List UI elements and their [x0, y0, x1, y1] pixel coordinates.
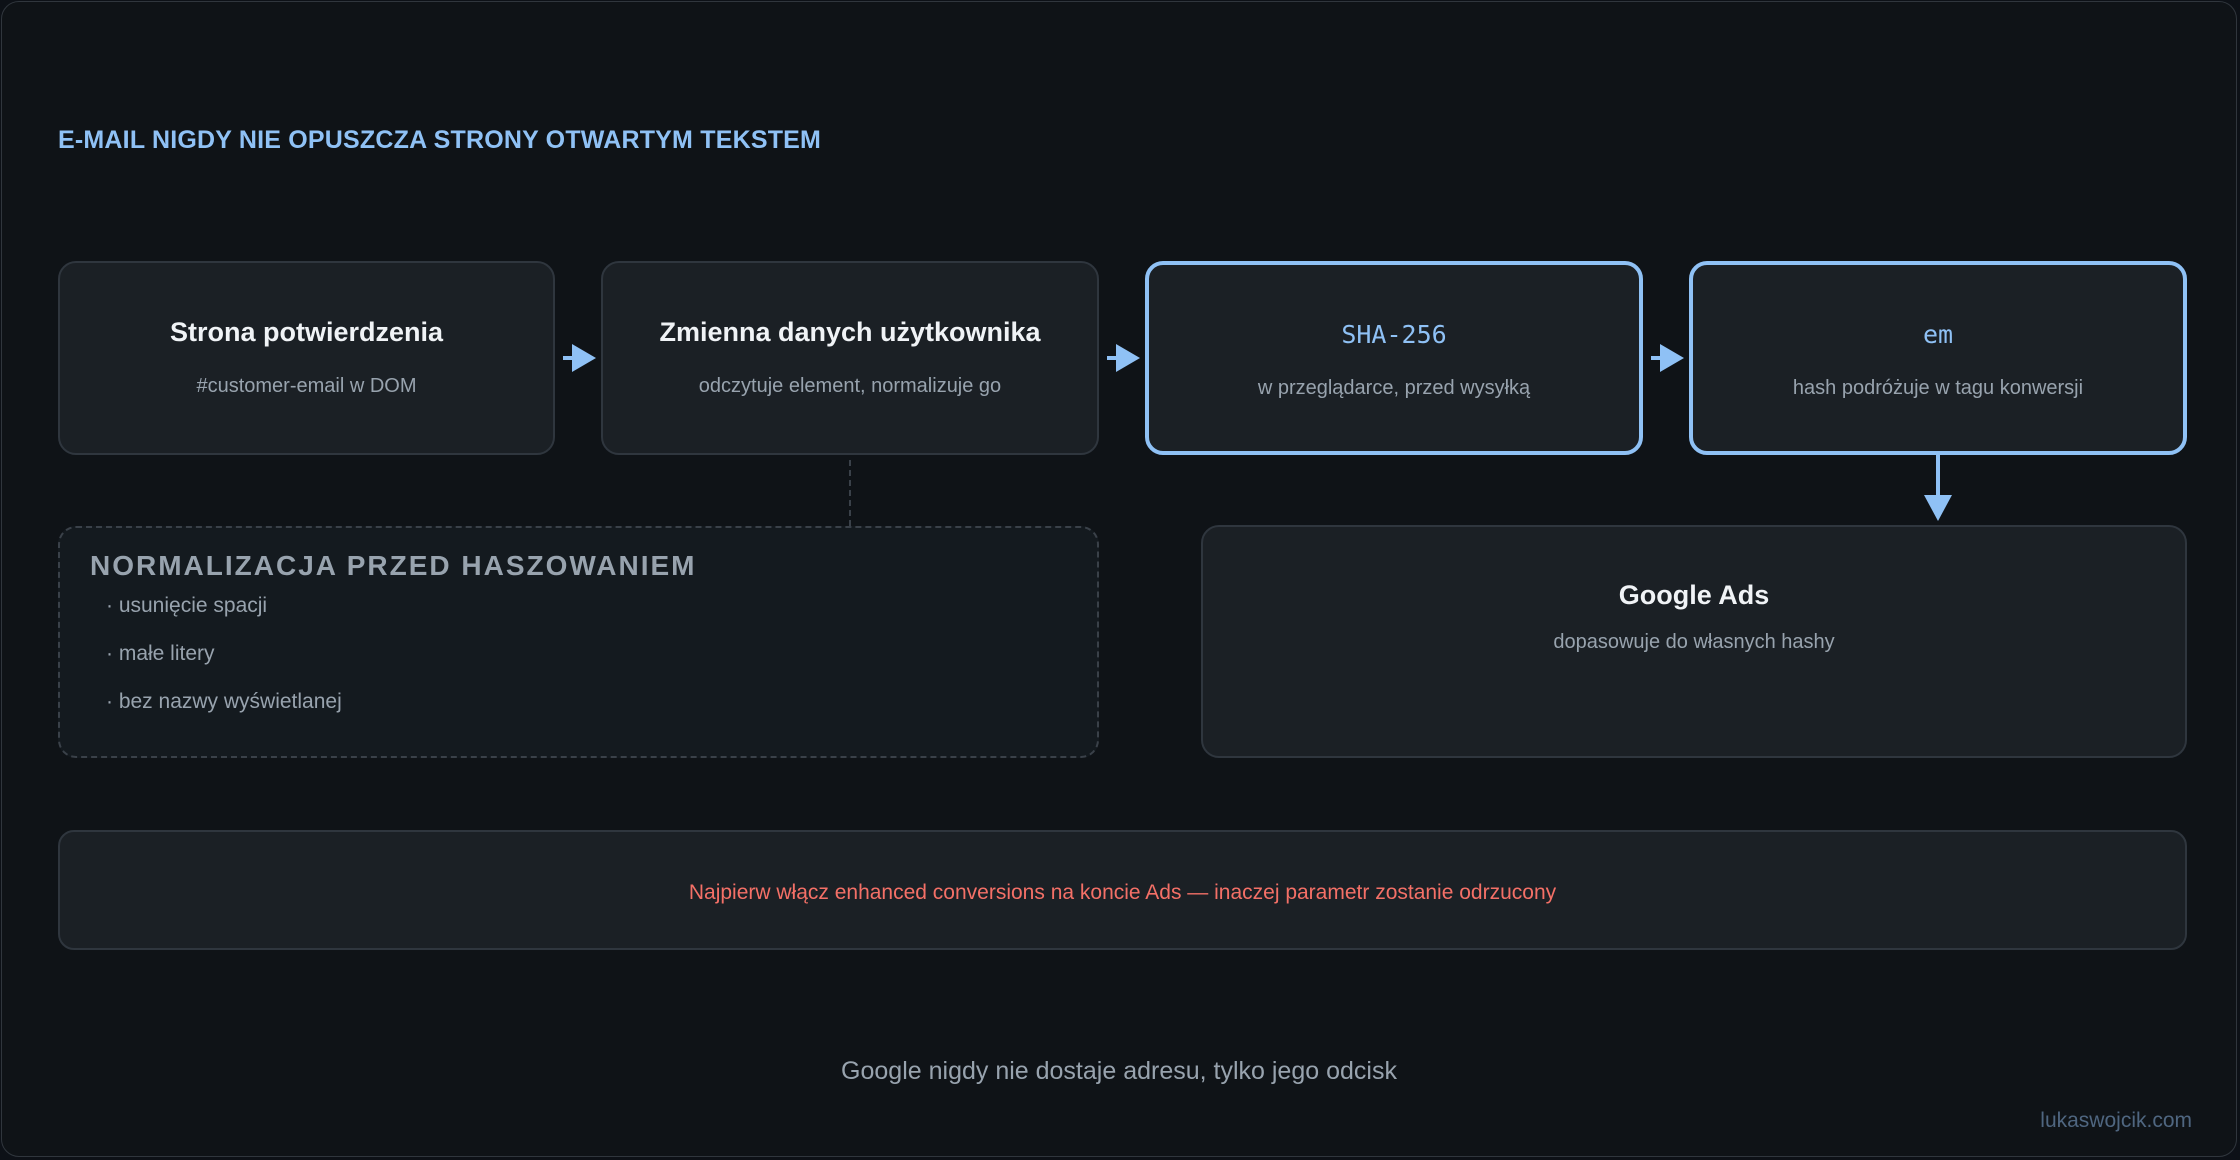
- warning-text: Najpierw włącz enhanced conversions na k…: [688, 881, 1557, 904]
- normalization-item: · usunięcie spacji: [106, 594, 268, 617]
- step-subtitle: #customer-email w DOM: [196, 375, 417, 397]
- step-em-parameter: em hash podróżuje w tagu konwersji: [1689, 261, 2187, 455]
- normalization-title: NORMALIZACJA PRZED HASZOWANIEM: [90, 550, 697, 581]
- normalization-item: · bez nazwy wyświetlanej: [106, 690, 342, 713]
- diagram-heading: E-MAIL NIGDY NIE OPUSZCZA STRONY OTWARTY…: [58, 126, 822, 154]
- step-subtitle: w przeglądarce, przed wysyłką: [1257, 377, 1531, 399]
- warning-box: Najpierw włącz enhanced conversions na k…: [58, 830, 2187, 950]
- step-sha256: SHA-256 w przeglądarce, przed wysyłką: [1145, 261, 1643, 455]
- step-title: SHA-256: [1341, 320, 1447, 349]
- dashed-connector: [849, 460, 851, 526]
- step-subtitle: odczytuje element, normalizuje go: [698, 375, 1002, 397]
- credit-link[interactable]: lukaswojcik.com: [2040, 1109, 2192, 1133]
- diagram-frame: E-MAIL NIGDY NIE OPUSZCZA STRONY OTWARTY…: [1, 1, 2237, 1157]
- google-ads-box: Google Ads dopasowuje do własnych hashy: [1201, 525, 2187, 758]
- normalization-box: NORMALIZACJA PRZED HASZOWANIEM · usunięc…: [58, 526, 1099, 758]
- step-confirmation-page: Strona potwierdzenia #customer-email w D…: [58, 261, 555, 455]
- arrow-right-icon: [1107, 344, 1140, 372]
- diagram-caption: Google nigdy nie dostaje adresu, tylko j…: [841, 1057, 1397, 1085]
- arrow-right-icon: [563, 344, 596, 372]
- normalization-item: · małe litery: [106, 642, 215, 665]
- arrow-right-icon: [1651, 344, 1684, 372]
- google-ads-subtitle: dopasowuje do własnych hashy: [1553, 631, 1835, 653]
- step-title: em: [1922, 320, 1954, 349]
- arrow-down-icon: [1924, 455, 1952, 521]
- step-subtitle: hash podróżuje w tagu konwersji: [1792, 377, 2084, 399]
- step-user-data-variable: Zmienna danych użytkownika odczytuje ele…: [601, 261, 1099, 455]
- step-title: Zmienna danych użytkownika: [659, 317, 1041, 347]
- step-title: Strona potwierdzenia: [169, 317, 444, 347]
- google-ads-title: Google Ads: [1618, 580, 1770, 610]
